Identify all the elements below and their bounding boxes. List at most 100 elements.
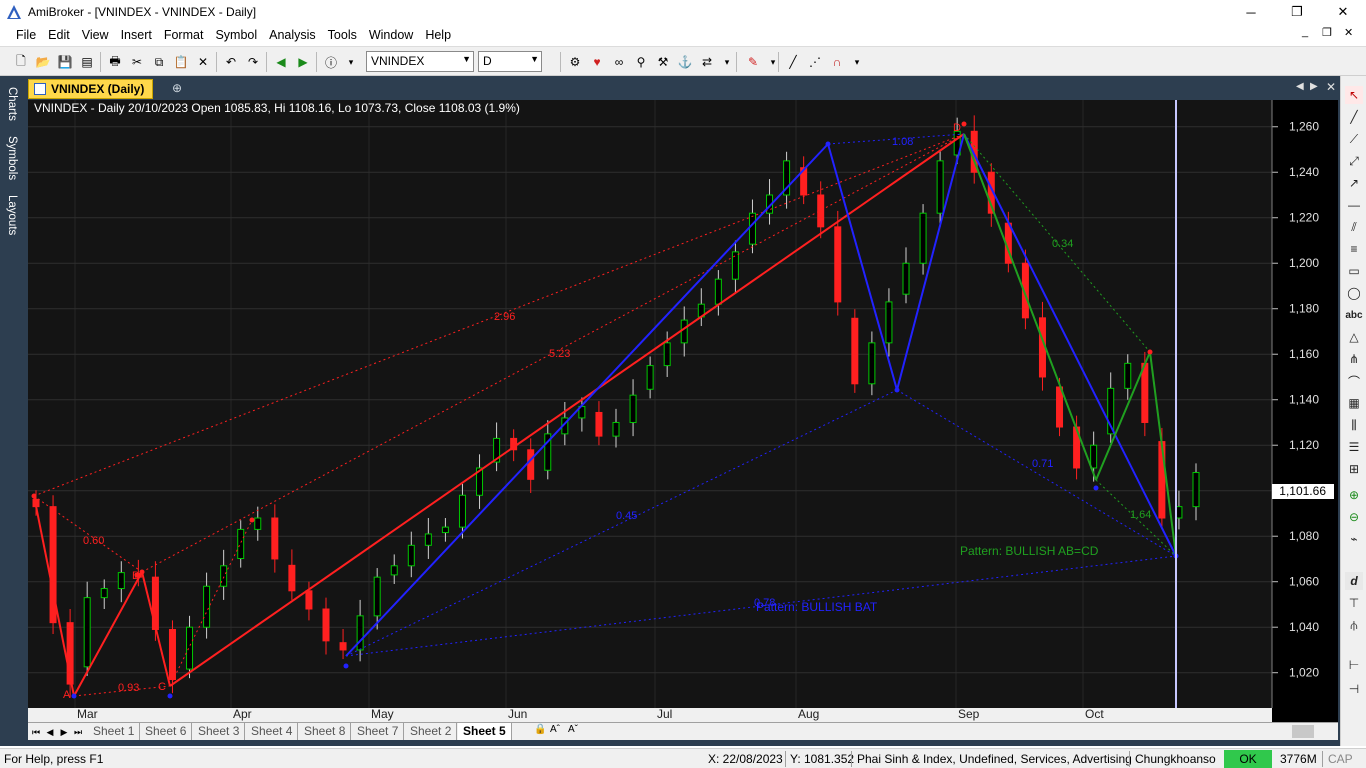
menu-insert[interactable]: Insert	[115, 28, 158, 42]
analysis-icon[interactable]: ⚲	[632, 53, 650, 71]
next-sheet-icon[interactable]: ▶	[58, 725, 70, 739]
rectangle-tool-icon[interactable]: ▭	[1345, 262, 1363, 280]
trendline-tool-icon[interactable]: ╱	[1345, 108, 1363, 126]
first-sheet-icon[interactable]: ⏮	[30, 725, 42, 739]
trade-icon[interactable]: ⇄	[698, 53, 716, 71]
dotted-line-icon[interactable]: ⋰	[806, 53, 824, 71]
mdi-minimize-icon[interactable]: _	[1302, 26, 1308, 38]
save-all-icon[interactable]: ▤	[78, 53, 96, 71]
select-tool-icon[interactable]: ↖	[1345, 86, 1363, 104]
grid-tool-icon[interactable]: ▦	[1345, 394, 1363, 412]
pattern-tool-icon[interactable]: ⌁	[1345, 530, 1363, 548]
open-icon[interactable]: 📂	[34, 53, 52, 71]
symbol-combo[interactable]: VNINDEX ▼	[366, 51, 474, 72]
trade-dropdown-icon[interactable]: ▾	[718, 53, 736, 71]
mdi-close-icon[interactable]: ✕	[1344, 26, 1353, 39]
magnet-icon[interactable]: ∩	[828, 53, 846, 71]
interval-combo[interactable]: D ▼	[478, 51, 542, 72]
sheet-remove-icon[interactable]: Aˇ	[568, 724, 578, 735]
pen-color-dropdown-icon[interactable]: ▾	[764, 53, 782, 71]
gann-tool-icon[interactable]: ⊞	[1345, 460, 1363, 478]
extended-line-icon[interactable]: ⤢	[1345, 152, 1363, 170]
menu-edit[interactable]: Edit	[42, 28, 76, 42]
fan-tool-icon[interactable]: ⋔	[1345, 350, 1363, 368]
pen-color-icon[interactable]: ✎	[744, 53, 762, 71]
menu-symbol[interactable]: Symbol	[209, 28, 263, 42]
heart-icon[interactable]: ♥	[588, 53, 606, 71]
sheet-tab[interactable]: Sheet 7	[352, 723, 405, 740]
tab-scroll-right-icon[interactable]: ▶	[1310, 81, 1318, 92]
sheet-tab[interactable]: Sheet 2	[405, 723, 458, 740]
minimize-button[interactable]: ─	[1228, 0, 1274, 24]
tab-layouts[interactable]: Layouts	[2, 192, 18, 238]
scan-icon[interactable]: ⚙	[566, 53, 584, 71]
tab-scroll-left-icon[interactable]: ◀	[1296, 81, 1304, 92]
print-icon[interactable]: 🖶	[106, 53, 124, 71]
horizontal-scrollbar-thumb[interactable]	[1292, 725, 1314, 738]
dynamic-tool-icon[interactable]: d	[1345, 572, 1363, 590]
sheet-lock-icon[interactable]: 🔒	[534, 724, 546, 735]
text-tool-icon[interactable]: abc	[1345, 306, 1363, 324]
menu-window[interactable]: Window	[363, 28, 419, 42]
delete-icon[interactable]: ✕	[194, 53, 212, 71]
menu-analysis[interactable]: Analysis	[263, 28, 322, 42]
sheet-add-icon[interactable]: Aˆ	[550, 724, 560, 735]
x-tick-label: May	[371, 707, 394, 721]
new-tab-icon[interactable]: ⊕	[172, 81, 182, 95]
sheet-tab[interactable]: Sheet 1	[88, 723, 141, 740]
cross-tool-icon[interactable]: ⊣	[1345, 680, 1363, 698]
sheet-tab[interactable]: Sheet 8	[299, 723, 352, 740]
mdi-restore-icon[interactable]: ❐	[1322, 26, 1332, 39]
chart-tab[interactable]: VNINDEX (Daily)	[28, 79, 154, 99]
measure-tool-icon[interactable]: ⫛	[1345, 616, 1363, 634]
sheet-tab[interactable]: Sheet 4	[246, 723, 299, 740]
triangle-tool-icon[interactable]: △	[1345, 328, 1363, 346]
price-chart[interactable]: 1,0201,0401,0601,0801,1001,1201,1401,160…	[28, 100, 1338, 722]
channel-tool-icon[interactable]: ⫽	[1345, 218, 1363, 236]
undo-icon[interactable]: ↶	[222, 53, 240, 71]
close-button[interactable]: ✕	[1320, 0, 1366, 24]
sheet-tab[interactable]: Sheet 5	[458, 723, 512, 740]
last-sheet-icon[interactable]: ⏭	[72, 725, 84, 739]
magnet-dropdown-icon[interactable]: ▾	[848, 53, 866, 71]
menu-help[interactable]: Help	[419, 28, 457, 42]
arrow-line-icon[interactable]: ↗	[1345, 174, 1363, 192]
menu-format[interactable]: Format	[158, 28, 210, 42]
levels-tool-icon[interactable]: ☰	[1345, 438, 1363, 456]
zoom-in-icon[interactable]: ⊕	[1345, 486, 1363, 504]
copy-icon[interactable]: ⧉	[150, 53, 168, 71]
glasses-icon[interactable]: ∞	[610, 53, 628, 71]
tab-charts[interactable]: Charts	[2, 84, 18, 124]
menu-view[interactable]: View	[76, 28, 115, 42]
tab-close-icon[interactable]: ✕	[1326, 80, 1336, 94]
line-tool-icon[interactable]: ╱	[784, 53, 802, 71]
menu-file[interactable]: File	[10, 28, 42, 42]
cycle-tool-icon[interactable]: ⫼	[1345, 416, 1363, 434]
fibonacci-tool-icon[interactable]: ≡	[1345, 240, 1363, 258]
save-icon[interactable]: 💾	[56, 53, 74, 71]
ellipse-tool-icon[interactable]: ◯	[1345, 284, 1363, 302]
cut-icon[interactable]: ✂	[128, 53, 146, 71]
paste-icon[interactable]: 📋	[172, 53, 190, 71]
ray-tool-icon[interactable]: ⟋	[1345, 130, 1363, 148]
sheet-tab[interactable]: Sheet 6	[140, 723, 193, 740]
redo-icon[interactable]: ↷	[244, 53, 262, 71]
back-icon[interactable]: ◀	[272, 53, 290, 71]
vertical-line-icon[interactable]: ⊢	[1345, 656, 1363, 674]
arc-tool-icon[interactable]: ⌒	[1345, 372, 1363, 390]
horizontal-line-icon[interactable]: —	[1345, 196, 1363, 214]
ruler-tool-icon[interactable]: ⊤	[1345, 594, 1363, 612]
prev-sheet-icon[interactable]: ◀	[44, 725, 56, 739]
new-icon[interactable]: 🗋	[12, 53, 30, 71]
forward-icon[interactable]: ▶	[294, 53, 312, 71]
tools-icon[interactable]: ⚒	[654, 53, 672, 71]
hammer-icon[interactable]: ⚓	[676, 53, 694, 71]
info-icon[interactable]: ⓘ	[322, 53, 340, 71]
sheet-tab[interactable]: Sheet 3	[193, 723, 246, 740]
tab-symbols[interactable]: Symbols	[2, 132, 18, 184]
menu-tools[interactable]: Tools	[322, 28, 363, 42]
zoom-out-icon[interactable]: ⊖	[1345, 508, 1363, 526]
maximize-button[interactable]: ❐	[1274, 0, 1320, 24]
chart-canvas[interactable]: 1,0201,0401,0601,0801,1001,1201,1401,160…	[28, 100, 1338, 722]
info-dropdown-icon[interactable]: ▾	[342, 53, 360, 71]
